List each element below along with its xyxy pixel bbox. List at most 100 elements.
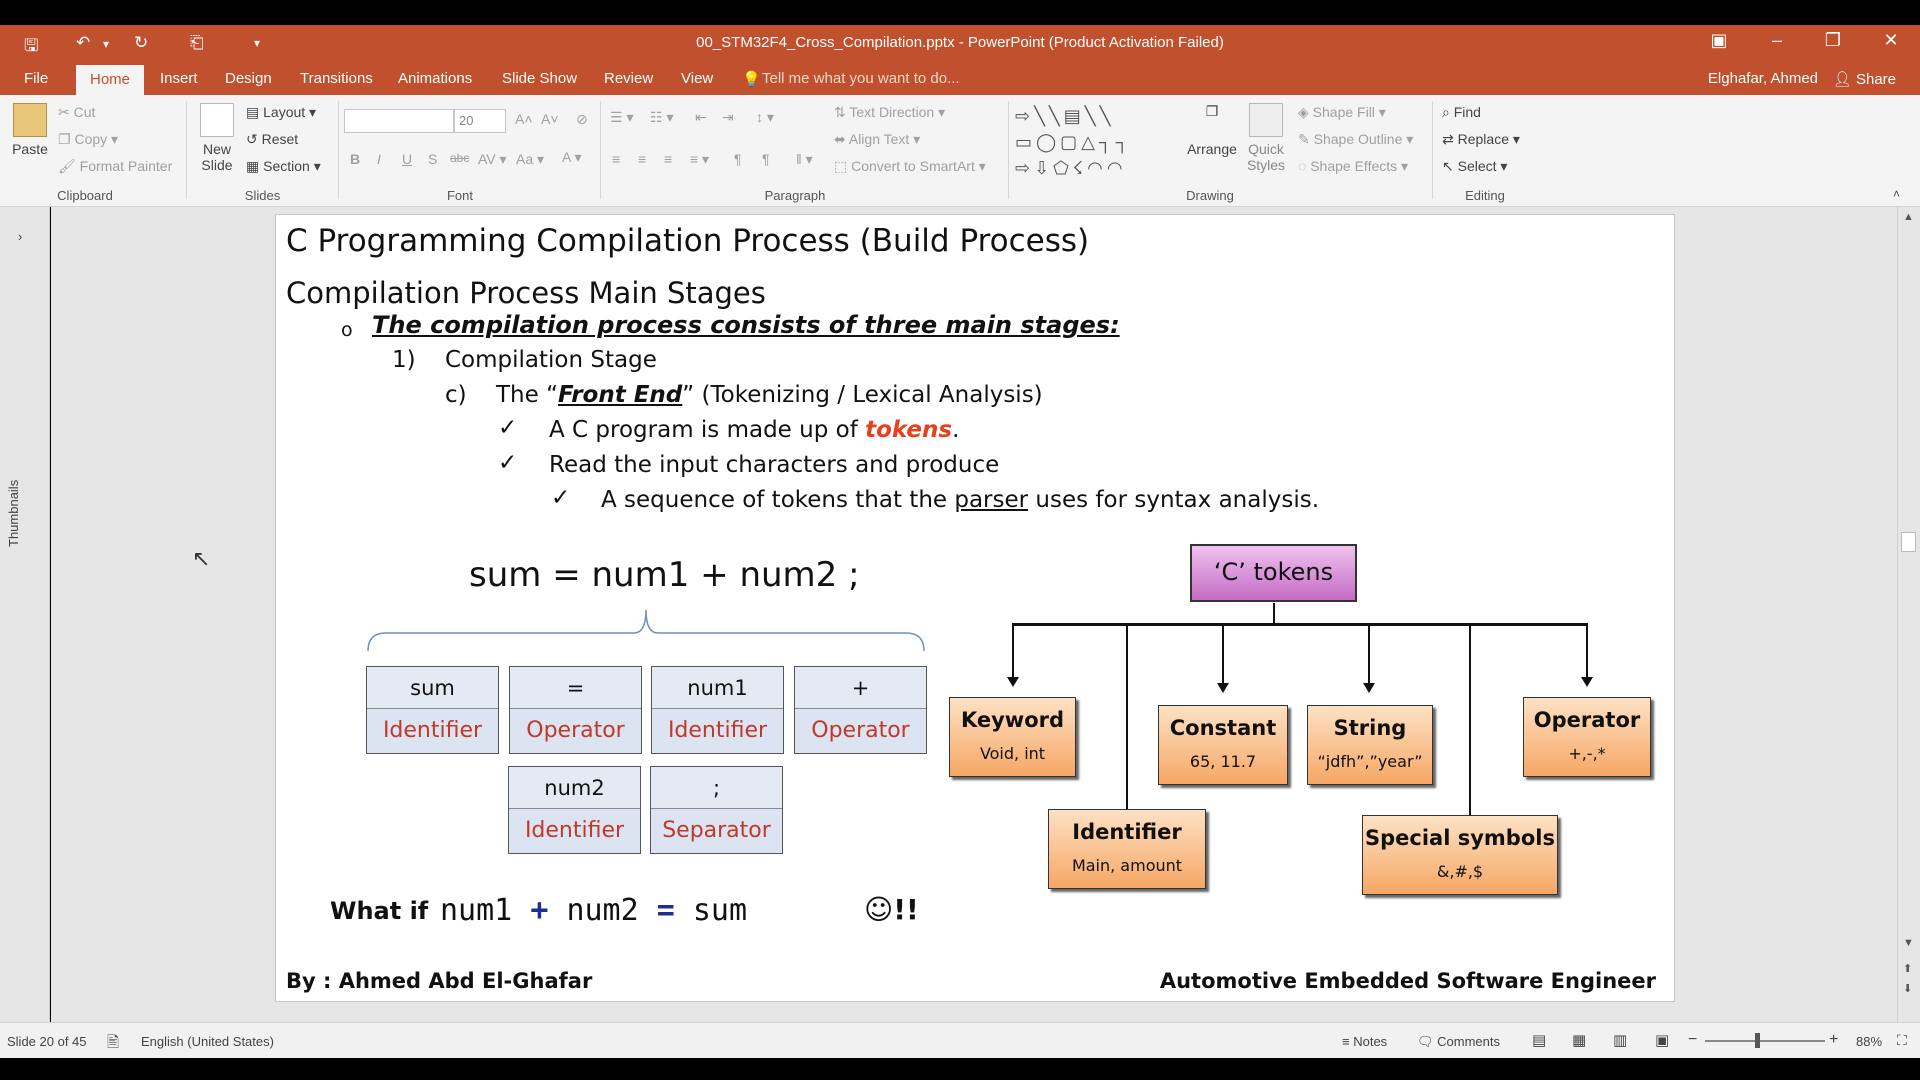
find-button[interactable]: ⌕ Find — [1442, 104, 1481, 121]
share-button[interactable]: 👤︎ Share — [1833, 70, 1896, 88]
cut-button[interactable]: ✂ Cut — [58, 104, 95, 121]
zoom-slider-thumb[interactable] — [1755, 1033, 1760, 1048]
tab-animations[interactable]: Animations — [398, 70, 472, 87]
line-spacing-icon[interactable]: ↕ ▾ — [756, 109, 774, 126]
vertical-scrollbar[interactable]: ▲ ▼ ⬆ ⬇ — [1897, 207, 1920, 1022]
tab-design[interactable]: Design — [225, 70, 272, 87]
comments-button[interactable]: 🗨︎ Comments — [1417, 1034, 1500, 1050]
strikethrough-icon[interactable]: abc — [450, 151, 469, 165]
slide-sorter-icon[interactable]: ▦ — [1572, 1031, 1586, 1049]
fit-to-window-icon[interactable]: ⛶ — [1897, 1032, 1907, 1049]
ribbon: Paste ✂ Cut ❐ Copy ▾ 🖌︎ Format Painter C… — [0, 95, 1920, 207]
spell-check-icon[interactable]: 🖹︎ — [107, 1032, 119, 1057]
clear-formatting-icon[interactable]: ⊘ — [576, 111, 588, 128]
collapse-ribbon-icon[interactable]: ˄ — [1893, 187, 1900, 201]
replace-button[interactable]: ⇄ Replace ▾ — [1442, 131, 1520, 148]
bold-icon[interactable]: B — [350, 151, 360, 167]
normal-view-icon[interactable]: ▤ — [1532, 1031, 1546, 1049]
left-to-right-icon[interactable]: ¶ — [734, 151, 742, 167]
zoom-in-icon[interactable]: + — [1829, 1031, 1838, 1049]
change-case-icon[interactable]: Aa ▾ — [516, 151, 544, 168]
tab-transitions[interactable]: Transitions — [300, 70, 373, 87]
shadow-icon[interactable]: S — [428, 151, 437, 167]
decrease-font-size-icon[interactable]: A˅ — [541, 111, 559, 127]
scroll-thumb[interactable] — [1901, 532, 1916, 552]
tab-view[interactable]: View — [681, 70, 713, 87]
expand-thumbnails-icon[interactable]: › — [18, 229, 22, 244]
scroll-down-icon[interactable]: ▼ — [1903, 937, 1914, 949]
quick-styles-icon — [1249, 103, 1283, 137]
reading-view-icon[interactable]: ▥ — [1613, 1031, 1627, 1049]
shape-effects-button[interactable]: ◌ Shape Effects ▾ — [1298, 158, 1408, 175]
font-color-icon[interactable]: A ▾ — [562, 149, 581, 166]
language-indicator[interactable]: English (United States) — [141, 1034, 274, 1049]
shape-fill-button[interactable]: ◈ Shape Fill ▾ — [1298, 104, 1386, 121]
tab-slide-show[interactable]: Slide Show — [502, 70, 577, 87]
paste-button[interactable]: Paste — [10, 103, 50, 157]
slide-canvas[interactable]: C Programming Compilation Process (Build… — [275, 214, 1675, 1002]
tab-insert[interactable]: Insert — [160, 70, 198, 87]
token-type-name: Identifier — [1072, 820, 1182, 844]
thumbnails-label[interactable]: Thumbnails — [6, 480, 21, 547]
zoom-level[interactable]: 88% — [1856, 1034, 1882, 1049]
decrease-indent-icon[interactable]: ⇤ — [695, 109, 707, 126]
restore-icon[interactable]: ❐ — [1813, 30, 1853, 51]
italic-icon[interactable]: I — [377, 151, 381, 167]
what-if-equals: = — [656, 893, 675, 928]
c-tokens-root: ‘C’ tokens — [1190, 544, 1357, 602]
increase-indent-icon[interactable]: ⇥ — [722, 109, 734, 126]
slide-counter[interactable]: Slide 20 of 45 — [7, 1034, 87, 1049]
tab-home[interactable]: Home — [76, 65, 145, 95]
token-type-identifier: Identifier Main, amount — [1048, 809, 1206, 889]
underline-icon[interactable]: U — [402, 151, 412, 167]
previous-slide-icon[interactable]: ⬆ — [1903, 962, 1912, 975]
reset-button[interactable]: ↺ Reset — [246, 131, 298, 148]
quick-styles-button[interactable]: Quick Styles — [1244, 103, 1288, 173]
next-slide-icon[interactable]: ⬇ — [1903, 982, 1912, 995]
new-slide-button[interactable]: New Slide — [198, 103, 236, 173]
copy-button[interactable]: ❐ Copy ▾ — [58, 131, 118, 148]
ribbon-display-options-icon[interactable]: ▣ — [1699, 30, 1739, 51]
increase-font-size-icon[interactable]: A˄ — [515, 111, 533, 127]
token-box: sum Identifier — [366, 666, 499, 754]
character-spacing-icon[interactable]: AV ▾ — [478, 151, 507, 168]
zoom-out-icon[interactable]: − — [1688, 1031, 1697, 1049]
bullet-marker: o — [341, 319, 353, 341]
columns-icon[interactable]: ‖ ▾ — [796, 151, 813, 168]
convert-smartart-button[interactable]: ⬚ Convert to SmartArt ▾ — [834, 158, 986, 175]
connector-line — [1368, 623, 1370, 685]
numbering-icon[interactable]: ☷ ▾ — [650, 109, 673, 126]
slide-show-icon[interactable]: ▣ — [1655, 1031, 1669, 1049]
text-direction-button[interactable]: ⇅ Text Direction ▾ — [834, 104, 945, 121]
section-button[interactable]: ▦ Section ▾ — [246, 158, 321, 175]
notes-button[interactable]: ≡ Notes — [1342, 1034, 1387, 1049]
tab-review[interactable]: Review — [604, 70, 653, 87]
shape-outline-button[interactable]: ✎ Shape Outline ▾ — [1298, 131, 1413, 148]
tab-file[interactable]: File — [24, 70, 48, 87]
account-name[interactable]: Elghafar, Ahmed — [1708, 70, 1818, 87]
what-if-label: What if — [330, 897, 429, 925]
select-button[interactable]: ↖ Select ▾ — [1442, 158, 1507, 175]
align-center-icon[interactable]: ≡ — [638, 151, 646, 167]
bullets-icon[interactable]: ☰ ▾ — [610, 109, 633, 126]
align-text-button[interactable]: ⬌ Align Text ▾ — [834, 131, 920, 148]
mouse-cursor-icon: ↖ — [192, 546, 211, 571]
scroll-up-icon[interactable]: ▲ — [1903, 211, 1914, 223]
minimize-icon[interactable]: – — [1757, 30, 1797, 51]
font-size-box[interactable]: 20 — [454, 109, 506, 133]
tokens-pre: A C program is made up of — [549, 417, 866, 443]
close-icon[interactable]: ✕ — [1871, 30, 1911, 51]
sequence-line: A sequence of tokens that the parser use… — [601, 487, 1319, 513]
align-left-icon[interactable]: ≡ — [612, 151, 620, 167]
token-box: + Operator — [794, 666, 927, 754]
shapes-gallery[interactable]: ⇨╲╲▤╲╲ ▭◯▢△┐┐ ⇨⇩⬠☇◠◠ — [1015, 103, 1175, 183]
arrange-button[interactable]: ❐ Arrange — [1182, 103, 1242, 157]
justify-icon[interactable]: ≡ ▾ — [690, 151, 709, 168]
align-right-icon[interactable]: ≡ — [664, 151, 672, 167]
layout-button[interactable]: ▤ Layout ▾ — [246, 104, 316, 121]
right-to-left-icon[interactable]: ¶ — [762, 151, 770, 167]
format-painter-button[interactable]: 🖌︎ Format Painter — [58, 158, 172, 175]
tell-me-box[interactable]: Tell me what you want to do... — [762, 70, 960, 87]
font-name-box[interactable] — [344, 109, 454, 133]
zoom-slider-track[interactable] — [1705, 1040, 1825, 1042]
